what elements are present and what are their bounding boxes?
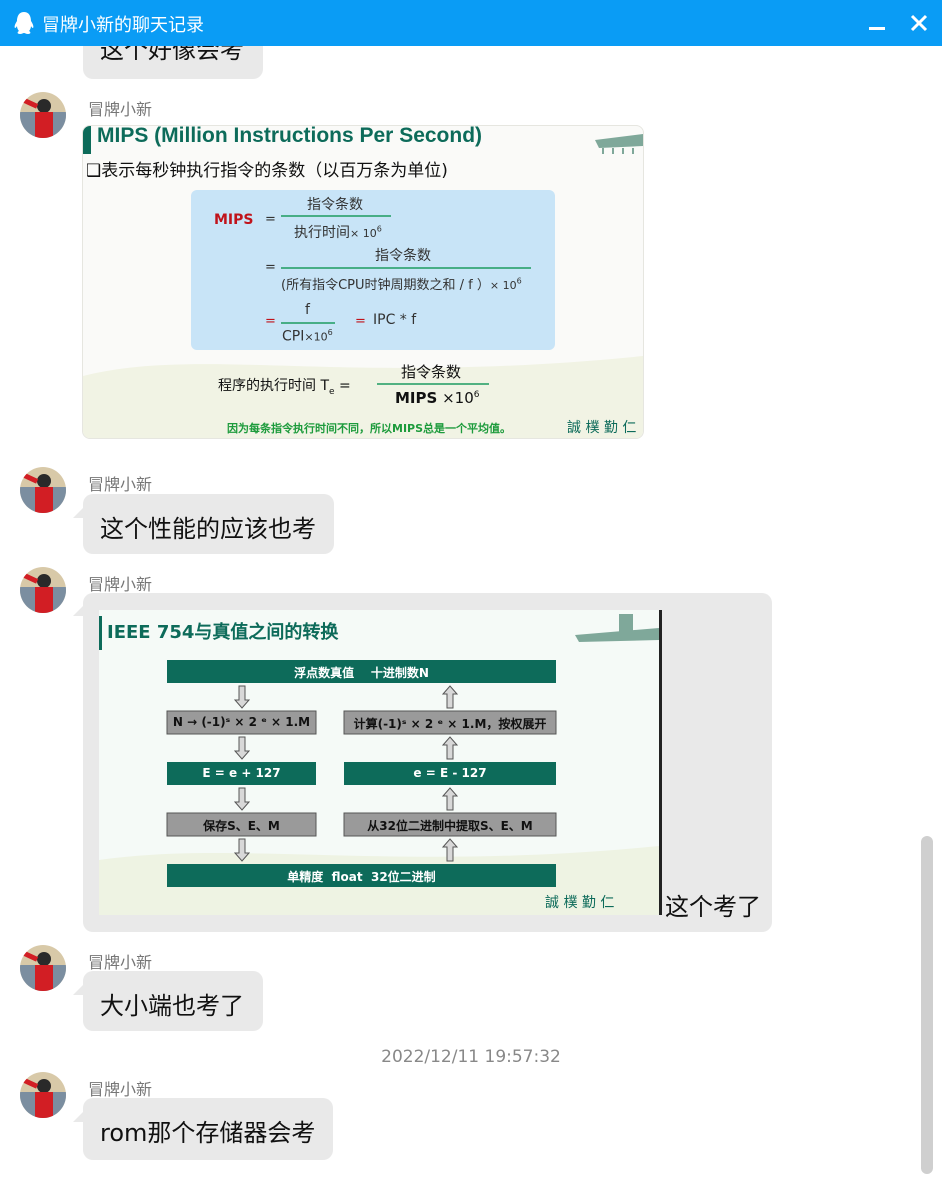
flow-top-box: 浮点数真值 十进制数N [294,666,429,680]
message-bubble[interactable]: 这个好像会考 [83,46,263,79]
bubble-tail [73,985,83,995]
te-numerator: 指令条数 [401,363,462,381]
slide-bullet: ❑表示每秒钟执行指令的条数（以百万条为单位) [86,161,448,181]
formula-equals: = [265,260,276,275]
message-bubble[interactable]: rom那个存储器会考 [83,1098,333,1160]
avatar[interactable] [20,92,66,138]
flow-right-2: e = E - 127 [413,766,487,780]
flow-left-2: E = e + 127 [202,766,281,780]
formula-2-numerator: 指令条数 [375,248,431,264]
formula-2-denominator: (所有指令CPU时钟周期数之和 / f ）× 106 [281,276,522,293]
qq-penguin-icon [14,12,34,34]
message-text: rom那个存储器会考 [100,1119,316,1147]
bubble-tail [73,606,83,616]
sender-name: 冒牌小新 [88,575,153,594]
window-title: 冒牌小新的聊天记录 [42,15,204,36]
formula-3-denominator: CPI×106 [282,328,333,345]
slide-motto: 誠 樸 勤 仁 [567,420,637,436]
message-text: 这个性能的应该也考 [100,515,316,543]
formula-3-numerator: f [305,302,310,318]
flow-right-3: 从32位二进制中提取S、E、M [367,819,533,833]
sender-name: 冒牌小新 [88,475,153,494]
te-denominator: MIPS ×106 [395,389,480,407]
timestamp: 2022/12/11 19:57:32 [381,1047,561,1067]
shared-image-mips[interactable]: MIPS (Million Instructions Per Second) ❑… [82,125,644,439]
chat-history[interactable]: 这个好像会考 冒牌小新 MIPS (Million Instructions P… [0,46,942,1182]
shared-image-ieee754[interactable]: IEEE 754与真值之间的转换 浮点数真值 十进制数N N → (-1)ˢ ×… [99,610,662,915]
title-bar: 冒牌小新的聊天记录 [0,0,942,46]
slide-title: IEEE 754与真值之间的转换 [107,622,339,643]
formula-1-denominator: 执行时间× 106 [294,224,382,241]
slide-motto: 誠 樸 勤 仁 [545,895,615,911]
avatar[interactable] [20,467,66,513]
message-caption: 这个考了 [665,893,761,921]
message-text: 这个好像会考 [100,46,244,64]
bubble-tail [73,508,83,518]
formula-equals: = [265,314,276,329]
message-bubble[interactable]: 大小端也考了 [83,971,263,1031]
sender-name: 冒牌小新 [88,953,153,972]
message-bubble[interactable]: 这个性能的应该也考 [83,494,334,554]
formula-ipc: IPC * f [373,312,417,328]
formula-equals: = [355,314,366,329]
slide-note: 因为每条指令执行时间不同，所以MIPS总是一个平均值。 [227,422,512,435]
avatar[interactable] [20,945,66,991]
scrollbar-thumb[interactable] [921,836,933,1174]
avatar[interactable] [20,1072,66,1118]
flow-left-1: N → (-1)ˢ × 2 ᵉ × 1.M [172,715,311,729]
flow-left-3: 保存S、E、M [203,819,280,833]
bubble-tail [73,1112,83,1122]
te-label: 程序的执行时间 Te = [218,378,351,397]
sender-name: 冒牌小新 [88,1080,153,1099]
message-text: 大小端也考了 [100,992,244,1020]
flow-right-1: 计算(-1)ˢ × 2 ᵉ × 1.M，按权展开 [353,717,547,731]
sender-name: 冒牌小新 [88,100,153,119]
avatar[interactable] [20,567,66,613]
slide-title: MIPS (Million Instructions Per Second) [97,125,483,147]
flow-bottom-box: 单精度 float 32位二进制 [287,870,436,884]
message-bubble[interactable]: IEEE 754与真值之间的转换 浮点数真值 十进制数N N → (-1)ˢ ×… [83,593,772,932]
formula-equals: = [265,212,276,227]
minimize-button[interactable] [866,12,888,34]
close-button[interactable] [907,11,931,35]
formula-lhs: MIPS [214,212,254,228]
formula-1-numerator: 指令条数 [307,197,363,213]
